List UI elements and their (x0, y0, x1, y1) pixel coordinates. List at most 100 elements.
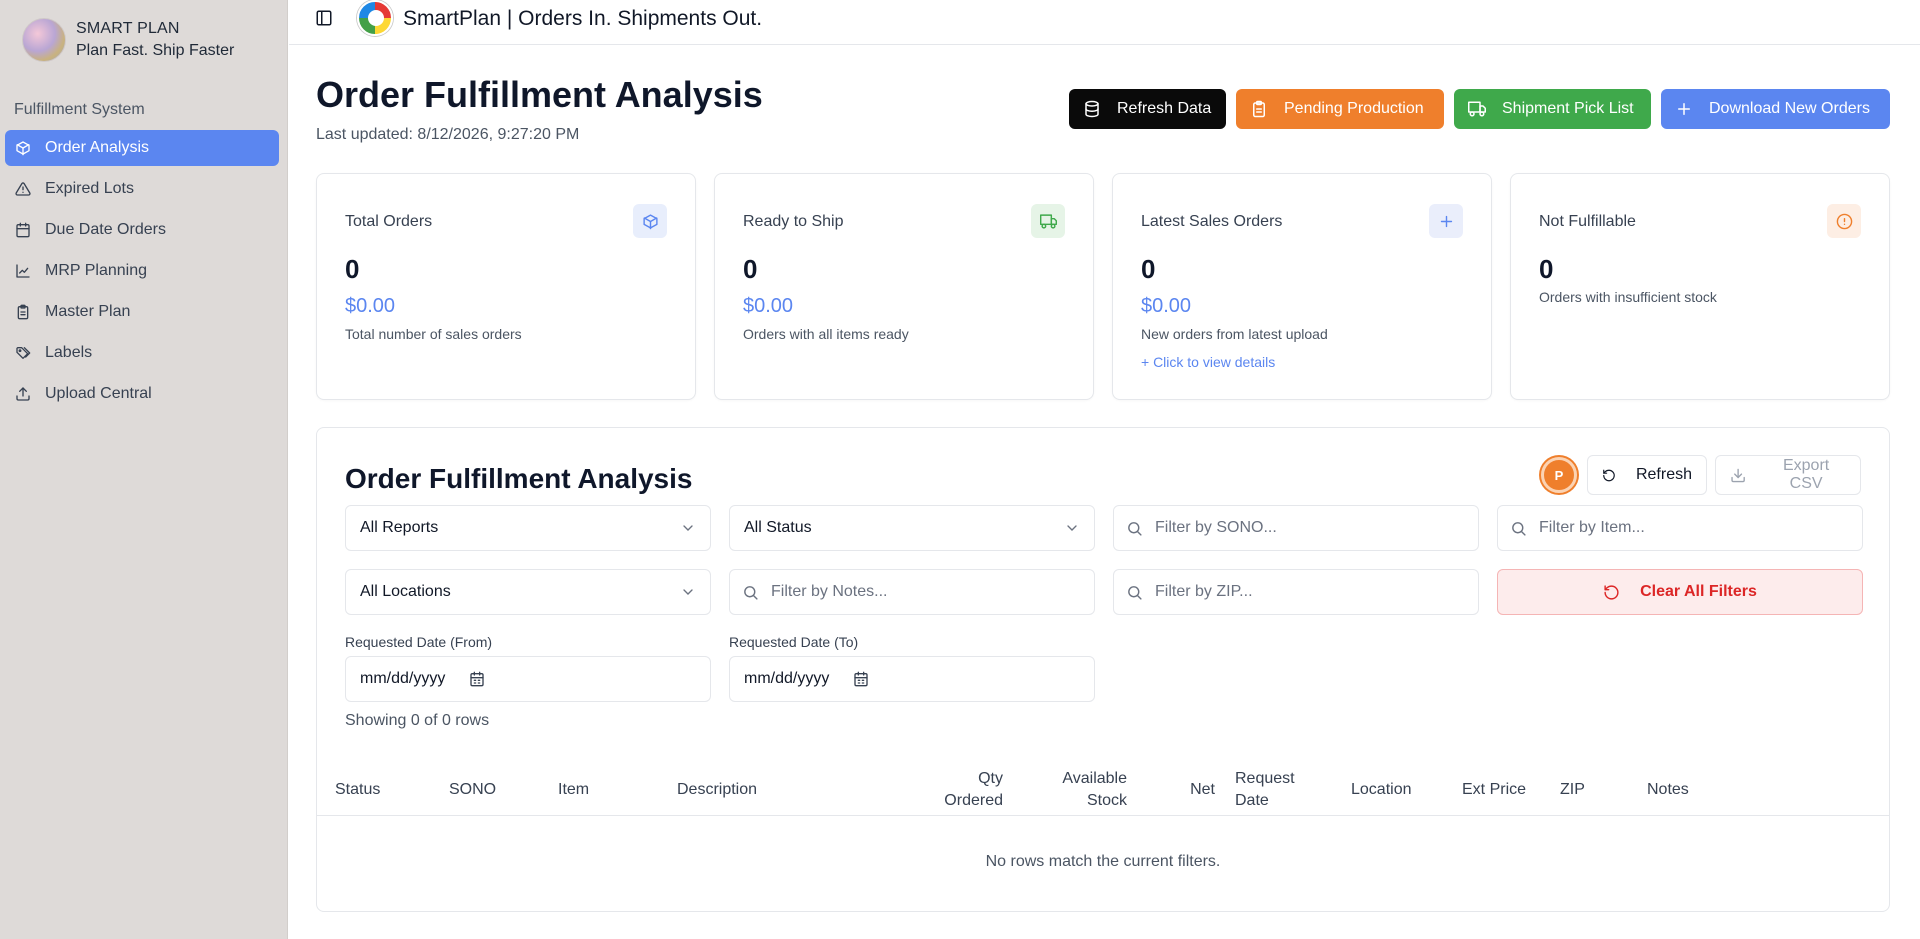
sidebar-toggle-icon[interactable] (315, 9, 333, 27)
clipboard-icon (1253, 100, 1265, 118)
brand[interactable]: SMART PLAN Plan Fast. Ship Faster (22, 18, 234, 62)
refresh-data-label: Refresh Data (1117, 100, 1212, 117)
download-new-orders-button[interactable]: Download New Orders (1661, 89, 1890, 129)
pending-production-button[interactable]: Pending Production (1236, 89, 1444, 129)
refresh-data-button[interactable]: Refresh Data (1069, 89, 1226, 129)
page-title: Order Fulfillment Analysis (316, 74, 763, 115)
tags-icon (16, 347, 31, 359)
sidebar-item-order-analysis[interactable]: Order Analysis (5, 130, 279, 166)
shipment-pick-list-button[interactable]: Shipment Pick List (1454, 89, 1651, 129)
column-header-status[interactable]: Status (335, 764, 380, 816)
total-orders-card: Total Orders 0 $0.00 Total number of sal… (316, 173, 696, 400)
cube-icon (16, 141, 30, 156)
sidebar-item-label: Order Analysis (45, 139, 150, 156)
column-header-ext-price[interactable]: Ext Price (1462, 764, 1526, 816)
card-title: Total Orders (345, 213, 433, 230)
plus-icon (1678, 103, 1690, 115)
clear-all-filters-button[interactable]: Clear All Filters (1497, 569, 1863, 615)
sidebar-section-label: Fulfillment System (14, 101, 145, 118)
status-select[interactable]: All Status (729, 505, 1095, 551)
refresh-button[interactable]: Refresh (1587, 455, 1707, 495)
item-filter-input[interactable] (1539, 519, 1839, 537)
date-from-input[interactable]: mm/dd/yyyy (345, 656, 711, 702)
locations-select-value: All Locations (360, 583, 451, 600)
view-details-link[interactable]: + Click to view details (1141, 354, 1275, 370)
sidebar-item-label: Master Plan (45, 303, 131, 320)
sidebar-item-master-plan[interactable]: Master Plan (5, 294, 279, 330)
plus-icon (1440, 215, 1452, 227)
brand-tagline: Plan Fast. Ship Faster (76, 42, 235, 59)
calendar-icon[interactable] (469, 671, 485, 687)
chevron-down-icon (1067, 525, 1077, 531)
table-header: Status SONO Item Description Qty Ordered … (317, 764, 1889, 816)
sidebar: SMART PLAN Plan Fast. Ship Faster Fulfil… (0, 0, 288, 939)
export-csv-button[interactable]: Export CSV (1715, 455, 1861, 495)
row-count: Showing 0 of 0 rows (345, 712, 490, 729)
database-icon (1085, 100, 1099, 118)
sidebar-item-expired-lots[interactable]: Expired Lots (5, 171, 279, 207)
last-updated: Last updated: 8/12/2026, 9:27:20 PM (316, 126, 580, 143)
refresh-label: Refresh (1635, 466, 1692, 483)
chevron-down-icon (683, 525, 693, 531)
fulfillment-panel: Order Fulfillment Analysis P Refresh Exp… (316, 427, 1890, 912)
chart-icon (16, 264, 30, 278)
reports-select-value: All Reports (360, 519, 439, 536)
app-title: SmartPlan | Orders In. Shipments Out. (403, 7, 763, 30)
card-icon-wrap (1429, 204, 1463, 238)
truck-icon (1039, 213, 1057, 229)
truck-icon (1468, 101, 1486, 117)
header-actions: Refresh Data Pending Production Shipment… (1069, 89, 1890, 129)
search-icon (1128, 585, 1142, 600)
date-to-value: mm/dd/yyyy (744, 670, 830, 687)
date-to-input[interactable]: mm/dd/yyyy (729, 656, 1095, 702)
not-fulfillable-card: Not Fulfillable 0 Orders with insufficie… (1510, 173, 1890, 400)
avatar[interactable]: P (1541, 457, 1577, 493)
export-csv-label: Export CSV (1782, 457, 1830, 492)
card-amount: $0.00 (743, 295, 794, 317)
ready-to-ship-card: Ready to Ship 0 $0.00 Orders with all it… (714, 173, 1094, 400)
download-new-orders-label: Download New Orders (1709, 100, 1870, 117)
card-icon-wrap (1827, 204, 1861, 238)
clear-all-filters-label: Clear All Filters (1640, 583, 1757, 600)
column-header-location[interactable]: Location (1351, 764, 1412, 816)
alert-circle-icon (1836, 213, 1852, 229)
sidebar-item-mrp-planning[interactable]: MRP Planning (5, 253, 279, 289)
reports-select[interactable]: All Reports (345, 505, 711, 551)
card-title: Not Fulfillable (1539, 213, 1636, 230)
locations-select[interactable]: All Locations (345, 569, 711, 615)
sidebar-nav: Order Analysis Expired Lots Due Date Ord… (5, 130, 279, 417)
empty-table-message: No rows match the current filters. (985, 853, 1221, 870)
calendar-icon (16, 222, 30, 238)
brand-text: SMART PLAN Plan Fast. Ship Faster (76, 18, 234, 62)
column-header-net[interactable]: Net (1147, 764, 1215, 816)
chevron-down-icon (683, 589, 693, 595)
column-header-available-stock[interactable]: Available Stock (1017, 764, 1127, 816)
search-icon (1512, 521, 1526, 536)
latest-sales-orders-card[interactable]: Latest Sales Orders 0 $0.00 New orders f… (1112, 173, 1492, 400)
avail-line-2: Stock (1086, 792, 1127, 809)
card-icon-wrap (633, 204, 667, 238)
sidebar-item-due-date-orders[interactable]: Due Date Orders (5, 212, 279, 248)
clipboard-icon (17, 304, 29, 320)
sono-filter-input[interactable] (1155, 519, 1455, 537)
column-header-item[interactable]: Item (558, 764, 589, 816)
panel-title: Order Fulfillment Analysis (345, 463, 693, 494)
sidebar-item-label: Due Date Orders (45, 221, 166, 238)
card-description: New orders from latest upload (1141, 326, 1328, 342)
brand-logo (22, 18, 66, 62)
column-header-sono[interactable]: SONO (449, 764, 496, 816)
column-header-notes[interactable]: Notes (1647, 764, 1689, 816)
column-header-zip[interactable]: ZIP (1560, 764, 1585, 816)
calendar-icon[interactable] (853, 671, 869, 687)
column-header-description[interactable]: Description (677, 764, 757, 816)
status-select-value: All Status (744, 519, 812, 536)
column-header-qty-ordered[interactable]: Qty Ordered (877, 764, 1003, 816)
sidebar-item-labels[interactable]: Labels (5, 335, 279, 371)
sidebar-item-upload-central[interactable]: Upload Central (5, 376, 279, 412)
qty-line-1: Qty (978, 770, 1003, 787)
date-to-label: Requested Date (To) (729, 634, 859, 650)
notes-filter-input[interactable] (771, 583, 1071, 601)
column-header-request-date[interactable]: Request Date (1235, 764, 1295, 816)
zip-filter-input[interactable] (1155, 583, 1455, 601)
brand-name: SMART PLAN (76, 20, 180, 37)
